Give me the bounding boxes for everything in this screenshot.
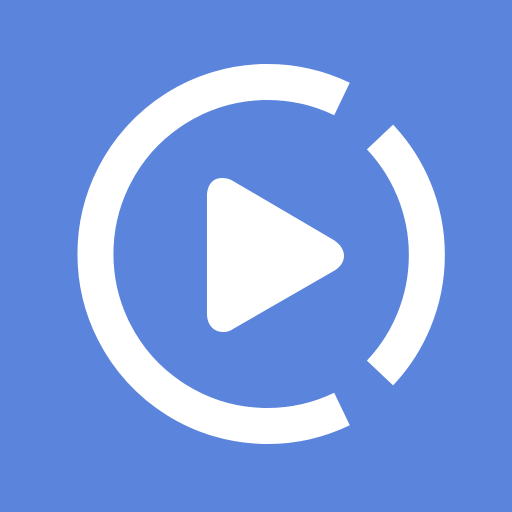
app-logo (0, 0, 512, 512)
play-ring-icon (0, 0, 512, 512)
